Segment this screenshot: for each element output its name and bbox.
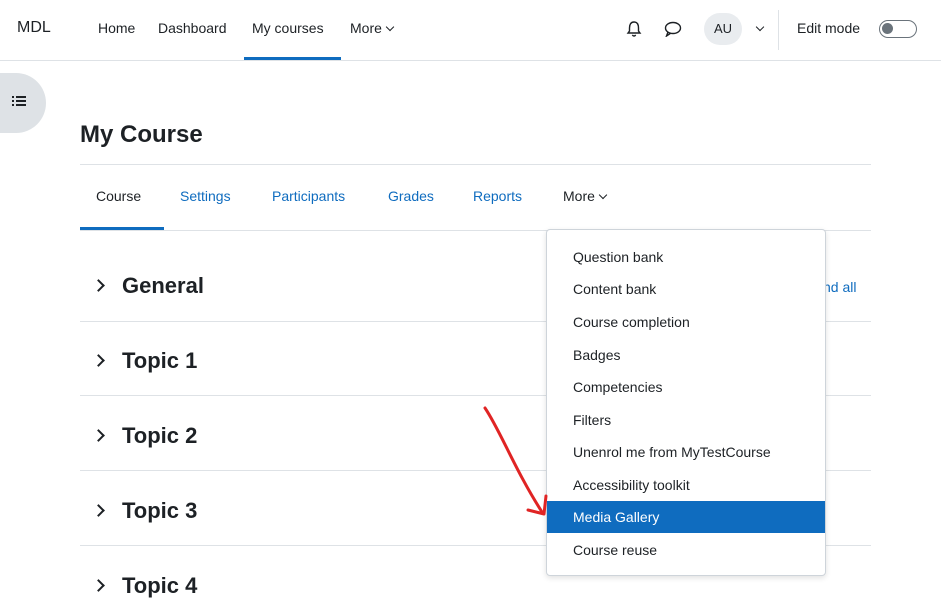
course-index-toggle[interactable] xyxy=(0,73,46,133)
chevron-down-icon xyxy=(598,190,608,200)
menu-item-label: Badges xyxy=(573,347,621,363)
menu-item-label: Course completion xyxy=(573,314,690,330)
menu-item-label: Media Gallery xyxy=(573,509,660,525)
toggle-knob xyxy=(882,23,893,34)
tab-reports[interactable]: Reports xyxy=(473,188,522,204)
chevron-right-icon[interactable] xyxy=(92,504,105,517)
site-brand[interactable]: MDL xyxy=(17,19,51,37)
section-title[interactable]: Topic 4 xyxy=(122,573,197,599)
menu-item-label: Accessibility toolkit xyxy=(573,477,690,493)
chevron-right-icon[interactable] xyxy=(92,579,105,592)
menu-item-accessibility-toolkit[interactable]: Accessibility toolkit xyxy=(547,469,825,501)
edit-mode-label: Edit mode xyxy=(797,20,861,36)
tab-course[interactable]: Course xyxy=(96,188,141,204)
tab-participants[interactable]: Participants xyxy=(272,188,345,204)
messages-icon[interactable] xyxy=(664,21,682,37)
tab-grades[interactable]: Grades xyxy=(388,188,434,204)
nav-active-indicator xyxy=(244,57,341,60)
annotation-arrow-icon xyxy=(483,406,548,516)
expand-all-link[interactable]: nd all xyxy=(823,279,856,295)
title-divider xyxy=(80,164,871,165)
section-title[interactable]: Topic 1 xyxy=(122,348,197,374)
user-avatar[interactable]: AU xyxy=(704,13,742,45)
section-title[interactable]: Topic 2 xyxy=(122,423,197,449)
chevron-right-icon[interactable] xyxy=(92,279,105,292)
menu-item-question-bank[interactable]: Question bank xyxy=(547,241,825,273)
tab-more-label: More xyxy=(563,188,595,204)
menu-item-label: Competencies xyxy=(573,379,663,395)
nav-more[interactable]: More xyxy=(350,20,395,36)
menu-item-unenrol[interactable]: Unenrol me from MyTestCourse xyxy=(547,436,825,468)
tab-settings[interactable]: Settings xyxy=(180,188,231,204)
chevron-down-icon xyxy=(385,22,395,32)
menu-item-label: Question bank xyxy=(573,249,664,265)
chevron-right-icon[interactable] xyxy=(92,354,105,367)
menu-item-course-reuse[interactable]: Course reuse xyxy=(547,534,825,566)
menu-item-label: Content bank xyxy=(573,281,657,297)
menu-item-label: Unenrol me from MyTestCourse xyxy=(573,444,771,460)
menu-item-label: Filters xyxy=(573,412,612,428)
chevron-right-icon[interactable] xyxy=(92,429,105,442)
menu-item-competencies[interactable]: Competencies xyxy=(547,371,825,403)
user-menu-chevron-icon[interactable] xyxy=(755,22,765,32)
section-title[interactable]: General xyxy=(122,273,204,299)
section-title[interactable]: Topic 3 xyxy=(122,498,197,524)
more-dropdown-menu: Question bank Content bank Course comple… xyxy=(546,229,826,576)
nav-home[interactable]: Home xyxy=(98,20,135,36)
tab-more[interactable]: More xyxy=(563,188,608,204)
nav-my-courses[interactable]: My courses xyxy=(252,20,324,36)
menu-item-filters[interactable]: Filters xyxy=(547,404,825,436)
notification-bell-icon[interactable] xyxy=(626,20,642,38)
edit-mode-toggle[interactable] xyxy=(879,20,917,38)
list-icon xyxy=(12,96,26,106)
menu-item-label: Course reuse xyxy=(573,542,658,558)
nav-more-label: More xyxy=(350,20,382,36)
navbar-divider xyxy=(778,10,779,50)
menu-item-course-completion[interactable]: Course completion xyxy=(547,306,825,338)
menu-item-media-gallery[interactable]: Media Gallery xyxy=(547,501,825,533)
nav-dashboard[interactable]: Dashboard xyxy=(158,20,227,36)
page-title: My Course xyxy=(80,121,203,148)
top-navbar: MDL Home Dashboard My courses More AU Ed… xyxy=(0,0,941,61)
menu-item-badges[interactable]: Badges xyxy=(547,339,825,371)
menu-item-content-bank[interactable]: Content bank xyxy=(547,273,825,305)
